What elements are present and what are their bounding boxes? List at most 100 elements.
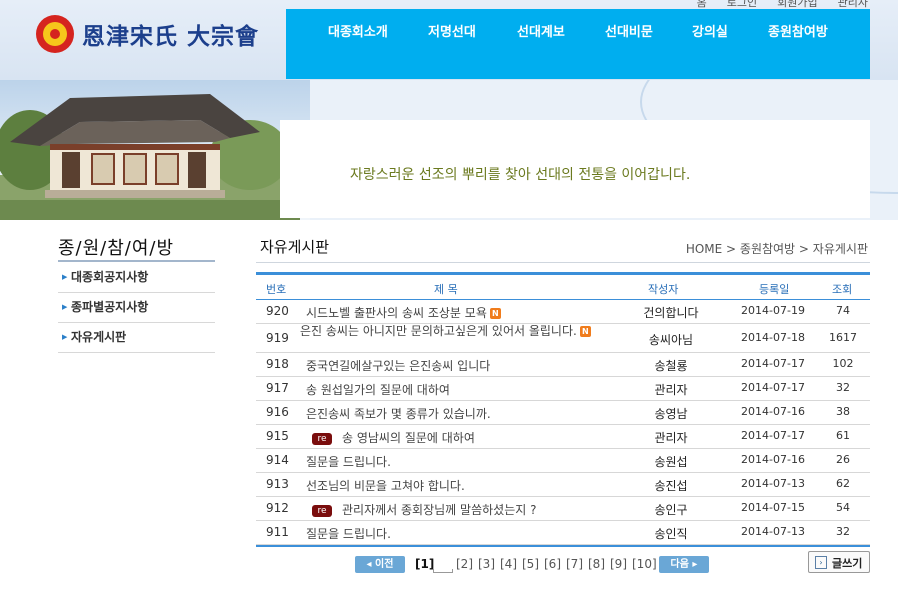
row-num: 915	[266, 429, 289, 443]
page-link-3[interactable]: [3]	[478, 557, 495, 571]
row-subject-link[interactable]: 은진 송씨는 아니지만 문의하고싶은게 있어서 올립니다. N	[300, 324, 600, 338]
row-author: 송진섭	[654, 479, 688, 493]
row-author: 관리자	[654, 383, 688, 397]
sidebar-item-label: 자유게시판	[71, 330, 127, 344]
sidebar-bullet-icon: ▶	[62, 333, 68, 341]
sidebar-item-branch-notices[interactable]: ▶ 종파별공지사항	[58, 292, 215, 323]
title-divider	[256, 262, 870, 263]
row-author: 송씨아님	[648, 333, 694, 347]
row-num: 911	[266, 525, 289, 539]
row-subject-link[interactable]: 은진송씨 족보가 몇 종류가 있습니까.	[306, 405, 606, 422]
hanok-house-image	[0, 94, 300, 220]
row-subject-link[interactable]: 시드노벨 출판사의 송씨 조상분 모욕 N	[306, 304, 606, 321]
page-link-1[interactable]: [1]	[415, 557, 434, 571]
nav-item-lecture-room[interactable]: 강의실	[692, 21, 728, 40]
next-page-button[interactable]: 다음 ▸	[659, 556, 709, 573]
row-date: 2014-07-17	[741, 429, 805, 442]
table-row: 913 선조님의 비문을 고쳐야 합니다. 송진섭 2014-07-13 62	[256, 473, 870, 497]
row-date: 2014-07-18	[741, 331, 805, 344]
row-date: 2014-07-15	[741, 501, 805, 514]
row-date: 2014-07-16	[741, 453, 805, 466]
row-num: 914	[266, 453, 289, 467]
reply-badge-icon: re	[312, 432, 332, 445]
table-header-row: 번호 제 목 작성자 등록일 조회	[256, 275, 870, 300]
row-views: 26	[836, 453, 850, 466]
row-num: 912	[266, 501, 289, 515]
page-link-10[interactable]: [10]	[632, 557, 657, 571]
write-post-button[interactable]: › 글쓰기	[808, 551, 870, 573]
row-subject-link[interactable]: 중국연길에살구있는 은진송씨 입니다	[306, 357, 606, 374]
row-subject-link[interactable]: re 관리자께서 종회장님께 말씀하셨는지 ?	[312, 501, 612, 518]
nav-item-member-room[interactable]: 종원참여방	[768, 21, 828, 40]
row-subject-link[interactable]: 질문을 드립니다.	[306, 525, 606, 542]
page-link-6[interactable]: [6]	[544, 557, 561, 571]
tagline-text: 자랑스러운 선조의 뿌리를 찾아 선대의 전통을 이어갑니다.	[350, 167, 691, 183]
logo-text: 恩津宋氏 大宗會	[82, 23, 260, 50]
row-subject-link[interactable]: 선조님의 비문을 고쳐야 합니다.	[306, 477, 606, 494]
row-subject: 송 영남씨의 질문에 대하여	[342, 431, 475, 445]
page-link-7[interactable]: [7]	[566, 557, 583, 571]
main-nav: 대종회소개 저명선대 선대계보 선대비문 강의실 종원참여방	[286, 9, 870, 79]
nav-item-genealogy[interactable]: 선대계보	[517, 21, 565, 40]
row-views: 74	[836, 304, 850, 317]
row-num: 916	[266, 405, 289, 419]
sidebar-title: 종/원/참/여/방	[58, 238, 175, 259]
row-author: 건의합니다	[643, 306, 699, 320]
top-link-admin[interactable]: 관리자	[838, 0, 868, 10]
row-views: 38	[836, 405, 850, 418]
table-row: 911 질문을 드립니다. 송인직 2014-07-13 32	[256, 521, 870, 545]
page-link-8[interactable]: [8]	[588, 557, 605, 571]
row-date: 2014-07-17	[741, 357, 805, 370]
table-row: 919 은진 송씨는 아니지만 문의하고싶은게 있어서 올립니다. N 송씨아님 …	[256, 324, 870, 353]
row-author: 송인구	[654, 503, 688, 517]
page-link-5[interactable]: [5]	[522, 557, 539, 571]
page-link-9[interactable]: [9]	[610, 557, 627, 571]
new-badge-icon: N	[579, 326, 591, 337]
page-link-2[interactable]: [2]	[456, 557, 473, 571]
pencil-icon: ›	[815, 556, 827, 569]
row-date: 2014-07-16	[741, 405, 805, 418]
sidebar-item-label: 대종회공지사항	[71, 270, 149, 284]
page-link-4[interactable]: [4]	[500, 557, 517, 571]
pagination: ◂ 이전 [1] [2] [3] [4] [5] [6] [7] [8] [9]…	[355, 556, 715, 574]
row-subject-link[interactable]: re 송 영남씨의 질문에 대하여	[312, 429, 612, 446]
row-views: 32	[836, 525, 850, 538]
table-row: 914 질문을 드립니다. 송원섭 2014-07-16 26	[256, 449, 870, 473]
sidebar-bullet-icon: ▶	[62, 273, 68, 281]
top-link-home[interactable]: 홈	[697, 0, 707, 10]
row-views: 32	[836, 381, 850, 394]
row-author: 관리자	[654, 431, 688, 445]
prev-page-button[interactable]: ◂ 이전	[355, 556, 405, 573]
board-table: 번호 제 목 작성자 등록일 조회 920 시드노벨 출판사의 송씨 조상분 모…	[256, 272, 870, 547]
row-num: 917	[266, 381, 289, 395]
sidebar-item-clan-notices[interactable]: ▶ 대종회공지사항	[58, 262, 215, 293]
header-date: 등록일	[759, 283, 790, 296]
site-logo[interactable]: 恩津宋氏 大宗會	[36, 14, 259, 54]
table-row: 916 은진송씨 족보가 몇 종류가 있습니까. 송영남 2014-07-16 …	[256, 401, 870, 425]
row-num: 919	[266, 331, 289, 345]
nav-item-about[interactable]: 대종회소개	[328, 21, 388, 40]
row-author: 송원섭	[654, 455, 688, 469]
row-author: 송철룡	[654, 359, 688, 373]
top-link-signup[interactable]: 회원가입	[777, 0, 817, 10]
header-views: 조회	[832, 283, 853, 296]
header-author: 작성자	[648, 283, 679, 296]
row-views: 1617	[829, 331, 857, 344]
table-row: 915 re 송 영남씨의 질문에 대하여 관리자 2014-07-17 61	[256, 425, 870, 449]
row-subject: 시드노벨 출판사의 송씨 조상분 모욕	[306, 306, 487, 320]
table-row: 918 중국연길에살구있는 은진송씨 입니다 송철룡 2014-07-17 10…	[256, 353, 870, 377]
row-subject: 관리자께서 종회장님께 말씀하셨는지 ?	[342, 503, 537, 517]
row-subject-link[interactable]: 질문을 드립니다.	[306, 453, 606, 470]
row-views: 102	[832, 357, 854, 370]
current-page-marker	[433, 569, 453, 573]
nav-item-notable-ancestors[interactable]: 저명선대	[428, 21, 476, 40]
row-date: 2014-07-19	[741, 304, 805, 317]
row-date: 2014-07-13	[741, 525, 805, 538]
reply-badge-icon: re	[312, 504, 332, 517]
sidebar-item-free-board[interactable]: ▶ 자유게시판	[58, 322, 215, 353]
top-link-login[interactable]: 로그인	[727, 0, 757, 10]
top-links: 홈 로그인 회원가입 관리자	[697, 0, 868, 10]
nav-item-epitaphs[interactable]: 선대비문	[605, 21, 653, 40]
table-row: 920 시드노벨 출판사의 송씨 조상분 모욕 N 건의합니다 2014-07-1…	[256, 300, 870, 324]
row-subject-link[interactable]: 송 원섭일가의 질문에 대하여	[306, 381, 606, 398]
